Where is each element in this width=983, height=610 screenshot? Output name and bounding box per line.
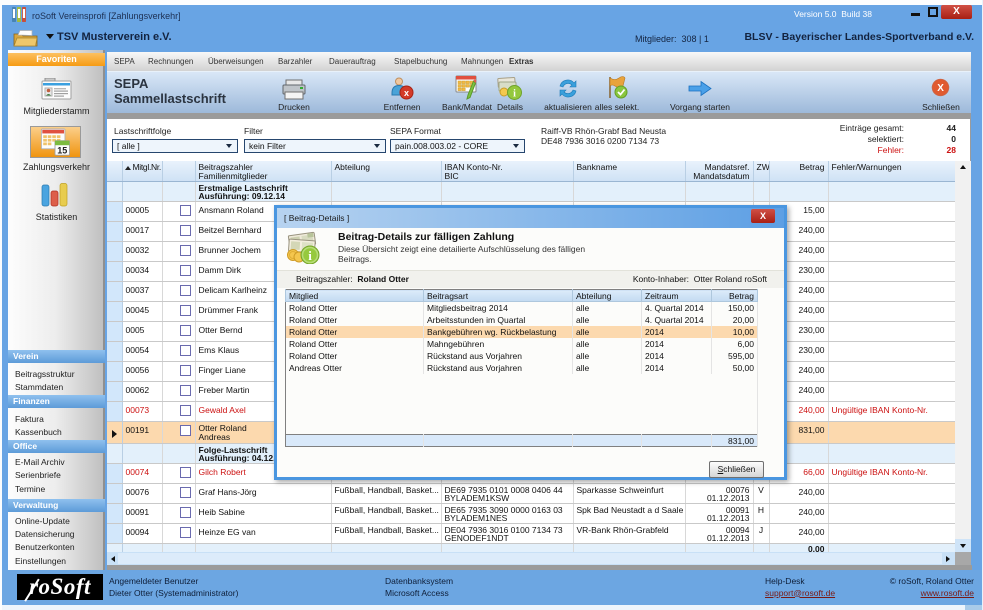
svg-text:i: i <box>513 89 516 100</box>
svg-text:i: i <box>308 248 312 263</box>
svg-text:x: x <box>404 88 409 98</box>
svg-text:X: X <box>937 83 944 94</box>
svg-text:15: 15 <box>57 145 67 155</box>
